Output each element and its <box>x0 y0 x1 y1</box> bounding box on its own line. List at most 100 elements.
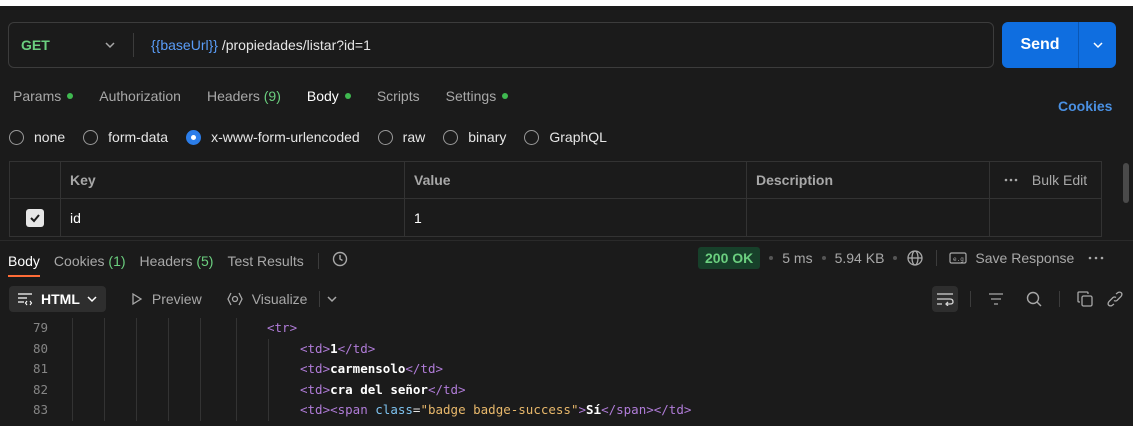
send-button[interactable]: Send <box>1002 36 1078 54</box>
indent-guide <box>136 318 137 339</box>
link-button[interactable] <box>1102 286 1128 312</box>
tab-body-label: Body <box>306 88 339 104</box>
params-dot <box>67 93 74 99</box>
indent-guide <box>136 379 137 400</box>
meta-divider <box>936 250 938 266</box>
copy-button[interactable] <box>1072 286 1098 312</box>
url-variable: {{baseUrl}} <box>151 37 218 53</box>
tab-body[interactable]: Body <box>307 88 351 104</box>
radio-label: raw <box>402 129 426 145</box>
tab-params[interactable]: Params <box>13 88 74 104</box>
save-response-button[interactable]: e.g Save Response <box>949 250 1074 266</box>
radio-label: binary <box>468 129 507 145</box>
indent-guide <box>200 400 201 421</box>
tab-scripts[interactable]: Scripts <box>377 88 420 104</box>
radio-form-data[interactable]: form-data <box>83 129 168 145</box>
indent-guide <box>236 400 237 421</box>
bulk-edit-button[interactable]: Bulk Edit <box>990 162 1101 198</box>
format-select[interactable]: HTML <box>9 286 106 312</box>
indent-guide <box>136 400 137 421</box>
radio-binary[interactable]: binary <box>443 129 506 145</box>
indent-guide <box>200 379 201 400</box>
send-options-button[interactable] <box>1079 38 1116 52</box>
radio-urlencoded[interactable]: x-www-form-urlencoded <box>186 129 360 145</box>
chevron-down-icon <box>105 42 115 49</box>
indent-guide <box>104 379 105 400</box>
header-description: Description <box>747 162 990 198</box>
filter-icon <box>989 293 1003 305</box>
response-time: 5 ms <box>782 250 813 266</box>
wrap-lines-button[interactable] <box>932 286 958 312</box>
code-text: <td>1</td> <box>300 340 376 356</box>
radio-none[interactable]: none <box>9 129 65 145</box>
preview-button[interactable]: Preview <box>130 291 202 307</box>
header-key: Key <box>61 162 405 198</box>
indent-guide <box>268 359 269 380</box>
response-tab-headers[interactable]: Headers (5) <box>140 253 214 269</box>
radio-circle <box>524 129 540 145</box>
chevron-down-icon[interactable] <box>326 293 338 305</box>
radio-label: none <box>34 129 66 145</box>
url-divider <box>133 33 134 57</box>
body-type-radios: none form-data x-www-form-urlencoded raw… <box>9 129 625 145</box>
more-horizontal-icon[interactable] <box>1088 255 1104 261</box>
indent-guide <box>268 400 269 421</box>
check-icon <box>30 213 40 222</box>
response-divider <box>0 240 1133 241</box>
row-key[interactable]: id <box>61 199 405 236</box>
code-text: <td>carmensolo</td> <box>300 361 444 376</box>
row-check-cell <box>10 199 61 236</box>
visualize-divider <box>319 291 321 307</box>
tab-scripts-label: Scripts <box>376 88 420 104</box>
response-meta: 200 OK 5 ms 5.94 KB e.g Save Response <box>698 247 1104 269</box>
tab-headers-label: Headers <box>206 88 260 104</box>
indent-guide <box>200 318 201 339</box>
tab-authorization-label: Authorization <box>99 88 181 104</box>
line-number: 82 <box>32 381 48 397</box>
history-icon[interactable] <box>331 250 349 271</box>
format-label: HTML <box>41 291 80 307</box>
indent-guide <box>72 318 73 339</box>
request-scrollbar[interactable] <box>1123 163 1129 203</box>
row-description[interactable] <box>747 199 990 236</box>
actions-divider <box>1059 291 1060 307</box>
radio-graphql[interactable]: GraphQL <box>524 129 607 145</box>
chevron-down-icon <box>1092 42 1103 49</box>
indent-guide <box>136 338 137 359</box>
code-text: <td><span class="badge badge-success">Sí… <box>300 402 692 417</box>
response-tab-cookies[interactable]: Cookies (1) <box>54 253 126 269</box>
radio-raw[interactable]: raw <box>377 129 426 145</box>
visualize-button[interactable]: Visualize <box>226 291 347 307</box>
bulk-edit-label: Bulk Edit <box>1031 172 1088 188</box>
svg-text:e.g: e.g <box>953 256 964 263</box>
response-tab-test-results[interactable]: Test Results <box>227 253 303 269</box>
code-line: 80 <td>1</td> <box>0 338 1133 359</box>
row-checkbox[interactable] <box>26 208 44 227</box>
wrap-lines-icon <box>937 293 954 306</box>
indent-guide <box>72 338 73 359</box>
meta-dot <box>821 256 826 260</box>
search-button[interactable] <box>1021 286 1047 312</box>
globe-icon[interactable] <box>906 249 924 267</box>
save-response-label: Save Response <box>975 250 1075 266</box>
response-tab-headers-label: Headers <box>139 252 193 269</box>
indent-guide <box>268 379 269 400</box>
filter-button[interactable] <box>983 286 1009 312</box>
body-dot <box>344 93 351 99</box>
code-line: 82 <td>cra del señor</td> <box>0 379 1133 400</box>
method-select[interactable]: GET <box>9 23 129 67</box>
top-strip <box>0 0 1133 6</box>
more-horizontal-icon <box>1004 178 1018 182</box>
indent-guide <box>268 338 269 359</box>
cookies-link[interactable]: Cookies <box>1058 98 1112 114</box>
tab-headers[interactable]: Headers (9) <box>207 88 281 104</box>
response-tab-body[interactable]: Body <box>8 253 40 277</box>
header-check-cell <box>10 162 61 198</box>
tab-settings[interactable]: Settings <box>446 88 509 104</box>
tab-authorization[interactable]: Authorization <box>99 88 181 104</box>
row-value[interactable]: 1 <box>405 199 747 236</box>
url-input[interactable]: {{baseUrl}} /propiedades/listar?id=1 <box>151 37 371 53</box>
actions-divider <box>970 291 971 307</box>
indent-guide <box>104 318 105 339</box>
response-code-view[interactable]: 79 <tr> 80 <td>1</td> 81 <td>carmensolo</td> 8… <box>0 318 1133 426</box>
